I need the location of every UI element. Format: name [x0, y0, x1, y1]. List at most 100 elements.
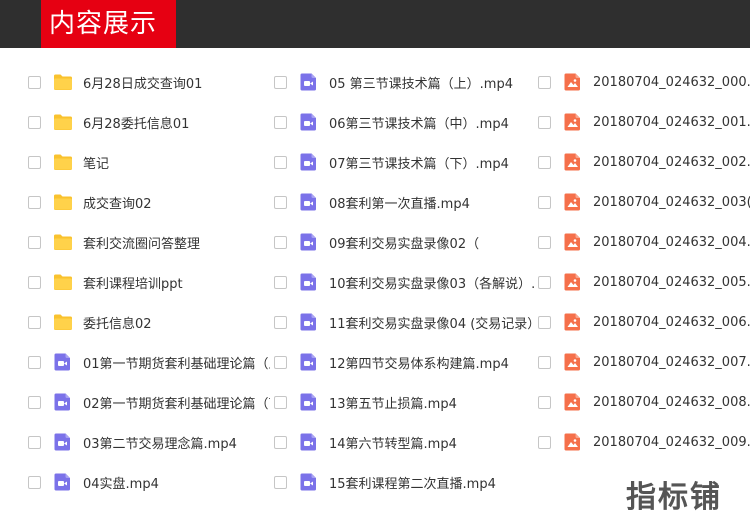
select-checkbox[interactable]	[538, 435, 551, 449]
file-name[interactable]: 05 第三节课技术篇（上）.mp4	[329, 73, 513, 92]
file-name[interactable]: 20180704_024632_008.jpg	[593, 395, 750, 410]
file-name[interactable]: 10套利交易实盘录像03（各解说）.mp	[329, 273, 534, 292]
file-row[interactable]: 08套利第一次直播.mp4	[274, 182, 534, 222]
file-row[interactable]: 07第三节课技术篇（下）.mp4	[274, 142, 534, 182]
file-row[interactable]: 12第四节交易体系构建篇.mp4	[274, 342, 534, 382]
file-row[interactable]: 02第一节期货套利基础理论篇（下	[28, 382, 270, 422]
select-checkbox[interactable]	[274, 235, 287, 249]
select-checkbox[interactable]	[538, 115, 551, 129]
select-checkbox[interactable]	[538, 195, 551, 209]
file-row[interactable]: 20180704_024632_008.jpg	[538, 382, 750, 422]
file-row[interactable]: 6月28委托信息01	[28, 102, 270, 142]
select-checkbox[interactable]	[28, 195, 41, 209]
select-checkbox[interactable]	[274, 115, 287, 129]
select-checkbox[interactable]	[538, 155, 551, 169]
file-row[interactable]: 20180704_024632_003(1).jp	[538, 182, 750, 222]
folder-icon	[54, 314, 72, 330]
file-row[interactable]: 20180704_024632_009.jpg	[538, 422, 750, 462]
file-row[interactable]: 套利交流圈问答整理	[28, 222, 270, 262]
file-name[interactable]: 20180704_024632_009.jpg	[593, 435, 750, 450]
file-name[interactable]: 12第四节交易体系构建篇.mp4	[329, 353, 509, 372]
file-row[interactable]: 14第六节转型篇.mp4	[274, 422, 534, 462]
file-name[interactable]: 14第六节转型篇.mp4	[329, 433, 457, 452]
select-checkbox[interactable]	[538, 355, 551, 369]
file-name[interactable]: 20180704_024632_005.jpg	[593, 275, 750, 290]
file-name[interactable]: 04实盘.mp4	[83, 473, 159, 492]
file-row[interactable]: 01第一节期货套利基础理论篇（上	[28, 342, 270, 382]
file-name[interactable]: 07第三节课技术篇（下）.mp4	[329, 153, 509, 172]
file-name[interactable]: 笔记	[83, 153, 109, 172]
file-row[interactable]: 6月28日成交查询01	[28, 62, 270, 102]
folder-icon	[54, 154, 72, 170]
file-name[interactable]: 套利交流圈问答整理	[83, 233, 200, 252]
file-row[interactable]: 20180704_024632_006.jpg	[538, 302, 750, 342]
select-checkbox[interactable]	[538, 395, 551, 409]
select-checkbox[interactable]	[274, 355, 287, 369]
select-checkbox[interactable]	[274, 75, 287, 89]
file-row[interactable]: 套利课程培训ppt	[28, 262, 270, 302]
file-name[interactable]: 20180704_024632_002.jpg	[593, 155, 750, 170]
file-name[interactable]: 20180704_024632_000.jpg	[593, 75, 750, 90]
video-icon	[54, 433, 70, 451]
file-name[interactable]: 08套利第一次直播.mp4	[329, 193, 470, 212]
file-row[interactable]: 09套利交易实盘录像02（	[274, 222, 534, 262]
file-row[interactable]: 10套利交易实盘录像03（各解说）.mp	[274, 262, 534, 302]
file-name[interactable]: 03第二节交易理念篇.mp4	[83, 433, 237, 452]
file-row[interactable]: 成交查询02	[28, 182, 270, 222]
select-checkbox[interactable]	[274, 475, 287, 489]
file-row[interactable]: 笔记	[28, 142, 270, 182]
select-checkbox[interactable]	[274, 435, 287, 449]
file-row[interactable]: 04实盘.mp4	[28, 462, 270, 502]
select-checkbox[interactable]	[538, 315, 551, 329]
file-row[interactable]: 20180704_024632_002.jpg	[538, 142, 750, 182]
file-name[interactable]: 20180704_024632_007.jpg	[593, 355, 750, 370]
file-name[interactable]: 20180704_024632_001.jpg	[593, 115, 750, 130]
file-name[interactable]: 09套利交易实盘录像02（	[329, 233, 479, 252]
file-row[interactable]: 05 第三节课技术篇（上）.mp4	[274, 62, 534, 102]
file-name[interactable]: 委托信息02	[83, 313, 152, 332]
select-checkbox[interactable]	[28, 315, 41, 329]
select-checkbox[interactable]	[538, 235, 551, 249]
select-checkbox[interactable]	[28, 75, 41, 89]
file-row[interactable]: 20180704_024632_005.jpg	[538, 262, 750, 302]
select-checkbox[interactable]	[28, 115, 41, 129]
file-name[interactable]: 01第一节期货套利基础理论篇（上	[83, 353, 270, 372]
select-checkbox[interactable]	[28, 395, 41, 409]
file-name[interactable]: 13第五节止损篇.mp4	[329, 393, 457, 412]
select-checkbox[interactable]	[274, 155, 287, 169]
file-name[interactable]: 15套利课程第二次直播.mp4	[329, 473, 496, 492]
select-checkbox[interactable]	[28, 435, 41, 449]
file-name[interactable]: 成交查询02	[83, 193, 152, 212]
select-checkbox[interactable]	[28, 275, 41, 289]
select-checkbox[interactable]	[28, 475, 41, 489]
file-row[interactable]: 20180704_024632_000.jpg	[538, 62, 750, 102]
file-row[interactable]: 20180704_024632_004.jpg	[538, 222, 750, 262]
file-row[interactable]: 20180704_024632_001.jpg	[538, 102, 750, 142]
file-name[interactable]: 20180704_024632_003(1).jp	[593, 195, 750, 210]
file-name[interactable]: 套利课程培训ppt	[83, 273, 183, 292]
file-row[interactable]: 06第三节课技术篇（中）.mp4	[274, 102, 534, 142]
file-row[interactable]: 20180704_024632_007.jpg	[538, 342, 750, 382]
select-checkbox[interactable]	[538, 75, 551, 89]
file-row[interactable]: 委托信息02	[28, 302, 270, 342]
file-name[interactable]: 20180704_024632_006.jpg	[593, 315, 750, 330]
file-name[interactable]: 20180704_024632_004.jpg	[593, 235, 750, 250]
select-checkbox[interactable]	[274, 275, 287, 289]
select-checkbox[interactable]	[28, 235, 41, 249]
select-checkbox[interactable]	[28, 155, 41, 169]
file-name[interactable]: 6月28委托信息01	[83, 113, 189, 132]
select-checkbox[interactable]	[538, 275, 551, 289]
select-checkbox[interactable]	[28, 355, 41, 369]
file-row[interactable]: 15套利课程第二次直播.mp4	[274, 462, 534, 502]
select-checkbox[interactable]	[274, 195, 287, 209]
select-checkbox[interactable]	[274, 315, 287, 329]
file-row[interactable]: 03第二节交易理念篇.mp4	[28, 422, 270, 462]
file-name[interactable]: 6月28日成交查询01	[83, 73, 202, 92]
select-checkbox[interactable]	[274, 395, 287, 409]
folder-icon	[54, 274, 72, 290]
file-name[interactable]: 11套利交易实盘录像04 (交易记录）无	[329, 313, 534, 332]
file-row[interactable]: 11套利交易实盘录像04 (交易记录）无	[274, 302, 534, 342]
file-name[interactable]: 02第一节期货套利基础理论篇（下	[83, 393, 270, 412]
file-name[interactable]: 06第三节课技术篇（中）.mp4	[329, 113, 509, 132]
file-row[interactable]: 13第五节止损篇.mp4	[274, 382, 534, 422]
